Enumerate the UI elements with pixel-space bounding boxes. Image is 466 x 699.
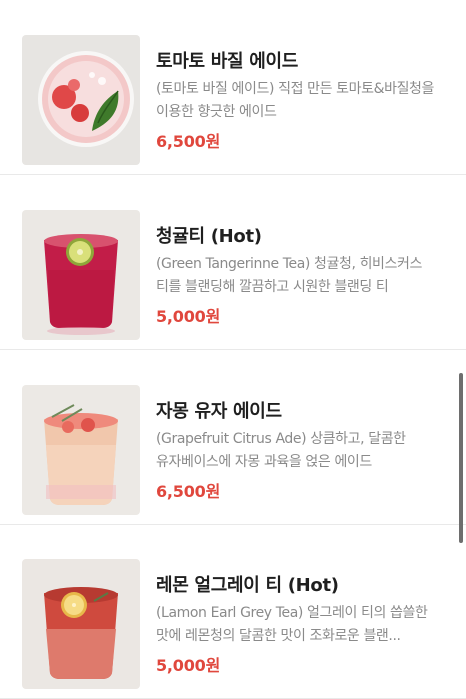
lemon-earl-grey-tea-image: [22, 559, 140, 689]
menu-item-description: (Lamon Earl Grey Tea) 얼그레이 티의 씁쓸한 맛에 레몬청…: [156, 605, 428, 644]
menu-item-price: 5,000원: [156, 307, 221, 326]
green-tangerine-tea-image: [22, 210, 140, 340]
grapefruit-citrus-ade-image: [22, 385, 140, 515]
menu-item-name: 자몽 유자 에이드: [156, 401, 282, 422]
menu-item-name: 레몬 얼그레이 티 (Hot): [156, 575, 339, 596]
menu-item-description: (Grapefruit Citrus Ade) 상큼하고, 달콤한 유자베이스에…: [156, 431, 406, 470]
menu-item-description: (토마토 바질 에이드) 직접 만든 토마토&바질청을 이용한 향긋한 에이드: [156, 81, 435, 120]
menu-item-tomato-basil-ade[interactable]: 토마토 바질 에이드 (토마토 바질 에이드) 직접 만든 토마토&바질청을 이…: [0, 0, 466, 175]
menu-item-price: 6,500원: [156, 482, 221, 501]
menu-item-price: 6,500원: [156, 132, 221, 151]
menu-item-name: 청귤티 (Hot): [156, 226, 262, 247]
menu-item-photo[interactable]: [22, 559, 140, 689]
menu-item-lemon-earl-grey-tea[interactable]: 레몬 얼그레이 티 (Hot) (Lamon Earl Grey Tea) 얼그…: [0, 524, 466, 699]
menu-item-green-tangerine-tea[interactable]: 청귤티 (Hot) (Green Tangerinne Tea) 청귤청, 히비…: [0, 175, 466, 350]
menu-item-photo[interactable]: [22, 210, 140, 340]
menu-item-photo[interactable]: [22, 385, 140, 515]
menu-item-photo[interactable]: [22, 35, 140, 165]
menu-item-description: (Green Tangerinne Tea) 청귤청, 히비스커스 티를 블랜딩…: [156, 256, 422, 295]
vertical-scrollbar[interactable]: [459, 373, 463, 543]
tomato-basil-ade-image: [22, 35, 140, 165]
menu-item-name: 토마토 바질 에이드: [156, 51, 299, 72]
menu-item-grapefruit-citrus-ade[interactable]: 자몽 유자 에이드 (Grapefruit Citrus Ade) 상큼하고, …: [0, 350, 466, 525]
menu-item-price: 5,000원: [156, 656, 221, 675]
